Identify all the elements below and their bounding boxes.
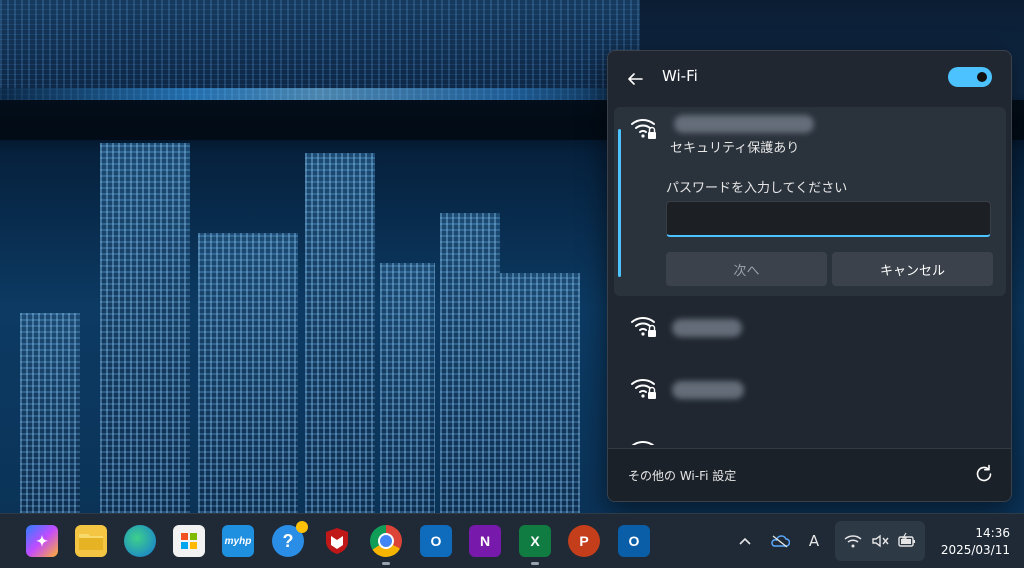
ime-indicator[interactable]: A bbox=[804, 531, 824, 551]
taskbar: ✦ myhp ? O N X P O A 14:36 2025/03/11 bbox=[0, 513, 1024, 568]
excel-icon: X bbox=[530, 533, 540, 549]
refresh-icon[interactable] bbox=[973, 463, 995, 485]
help-icon: ? bbox=[282, 530, 294, 551]
reflected-tower bbox=[305, 153, 375, 513]
wifi-secured-icon bbox=[631, 379, 656, 399]
wifi-secured-icon bbox=[631, 119, 656, 139]
myhp-icon: myhp bbox=[224, 535, 252, 547]
reflected-tower bbox=[20, 313, 80, 513]
selected-network-item[interactable]: セキュリティ保護あり パスワードを入力してください 次へ キャンセル bbox=[614, 107, 1006, 296]
battery-charging-icon bbox=[898, 532, 915, 547]
myhp-app[interactable]: myhp bbox=[222, 525, 254, 557]
security-status: セキュリティ保護あり bbox=[670, 141, 800, 156]
ime-mode-label: A bbox=[808, 532, 820, 550]
toggle-knob bbox=[977, 72, 987, 82]
notification-badge bbox=[296, 521, 308, 533]
more-wifi-settings-link[interactable]: その他の Wi-Fi 設定 bbox=[628, 467, 736, 484]
mcafee-shield-icon bbox=[326, 528, 348, 554]
reflected-tower bbox=[100, 143, 190, 513]
copilot-icon: ✦ bbox=[36, 532, 48, 549]
powerpoint-icon: P bbox=[579, 533, 589, 549]
outlook-new-app[interactable]: O bbox=[618, 525, 650, 557]
wifi-toggle[interactable] bbox=[948, 67, 992, 87]
onenote-app[interactable]: N bbox=[469, 525, 501, 557]
clock-time: 14:36 bbox=[975, 526, 1010, 540]
volume-muted-icon bbox=[872, 534, 889, 548]
reflected-tower bbox=[440, 213, 500, 513]
reflected-tower bbox=[500, 273, 580, 513]
flyout-title: Wi-Fi bbox=[662, 67, 698, 85]
file-explorer-app[interactable] bbox=[75, 525, 107, 557]
store-icon bbox=[181, 533, 197, 549]
help-app[interactable]: ? bbox=[272, 521, 308, 557]
chrome-icon bbox=[378, 533, 394, 549]
wifi-flyout: Wi-Fi セキュリティ保護あり パスワードを入力してください 次へ キャンセル bbox=[607, 50, 1012, 502]
network-list-item[interactable] bbox=[614, 299, 1006, 357]
running-indicator bbox=[531, 562, 539, 565]
flyout-header: Wi-Fi bbox=[608, 51, 1011, 105]
chevron-up-icon bbox=[739, 537, 751, 545]
quick-settings-button[interactable] bbox=[835, 521, 925, 561]
outlook-new-icon: O bbox=[628, 533, 640, 549]
running-indicator bbox=[382, 562, 390, 565]
show-hidden-icons-button[interactable] bbox=[735, 531, 755, 551]
network-name-redacted bbox=[672, 381, 744, 399]
microsoft-store-app[interactable] bbox=[173, 525, 205, 557]
edge-app[interactable] bbox=[124, 525, 156, 557]
network-list-item[interactable] bbox=[614, 361, 1006, 419]
reflected-tower bbox=[198, 233, 298, 513]
skyline-silhouette bbox=[0, 0, 640, 100]
network-list-item[interactable] bbox=[614, 423, 1006, 445]
outlook-app[interactable]: O bbox=[420, 525, 452, 557]
wifi-icon bbox=[631, 441, 655, 445]
outlook-icon: O bbox=[430, 533, 442, 549]
cancel-button[interactable]: キャンセル bbox=[832, 252, 993, 286]
mcafee-app[interactable] bbox=[321, 525, 353, 557]
wifi-icon bbox=[844, 535, 862, 548]
shoreline-lights bbox=[0, 88, 640, 100]
next-button[interactable]: 次へ bbox=[666, 252, 827, 286]
powerpoint-app[interactable]: P bbox=[568, 525, 600, 557]
folder-icon bbox=[79, 534, 103, 550]
password-label: パスワードを入力してください bbox=[666, 181, 848, 196]
selection-indicator bbox=[618, 129, 621, 277]
network-name-redacted bbox=[674, 115, 814, 133]
chrome-app[interactable] bbox=[370, 525, 402, 565]
reflected-tower bbox=[380, 263, 435, 513]
clock-button[interactable]: 14:36 2025/03/11 bbox=[930, 525, 1010, 559]
password-input[interactable] bbox=[666, 201, 991, 237]
excel-app[interactable]: X bbox=[519, 525, 551, 565]
wifi-secured-icon bbox=[631, 317, 656, 337]
clock-date: 2025/03/11 bbox=[940, 543, 1010, 557]
flyout-footer: その他の Wi-Fi 設定 bbox=[608, 448, 1011, 501]
onedrive-tray-button[interactable] bbox=[770, 531, 790, 551]
onedrive-offline-icon bbox=[771, 535, 790, 548]
copilot-app[interactable]: ✦ bbox=[26, 525, 58, 557]
onenote-icon: N bbox=[479, 533, 491, 549]
network-name-redacted bbox=[672, 319, 742, 337]
back-arrow-icon[interactable] bbox=[624, 68, 646, 90]
